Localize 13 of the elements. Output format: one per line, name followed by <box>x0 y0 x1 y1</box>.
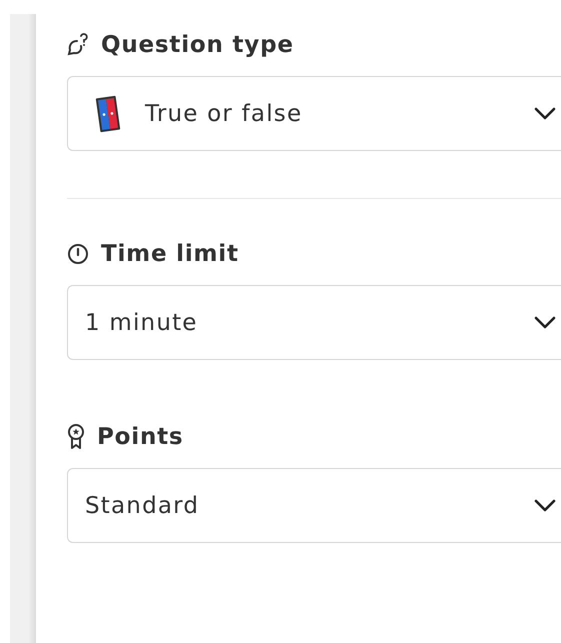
dropdown[interactable]: True or false <box>67 76 561 151</box>
question-bubble-icon <box>67 33 89 57</box>
clock-icon <box>67 243 89 265</box>
dropdown[interactable]: Standard <box>67 468 561 543</box>
true-false-card-icon <box>95 94 121 134</box>
chevron-down-icon <box>534 499 556 512</box>
medal-icon <box>67 424 85 450</box>
section-heading: Time limit <box>101 241 239 267</box>
chevron-down-icon <box>534 107 556 120</box>
chevron-down-icon <box>534 316 556 329</box>
section-heading: Points <box>97 424 184 450</box>
section-heading: Question type <box>101 32 294 58</box>
dropdown[interactable]: 1 minute <box>67 285 561 360</box>
